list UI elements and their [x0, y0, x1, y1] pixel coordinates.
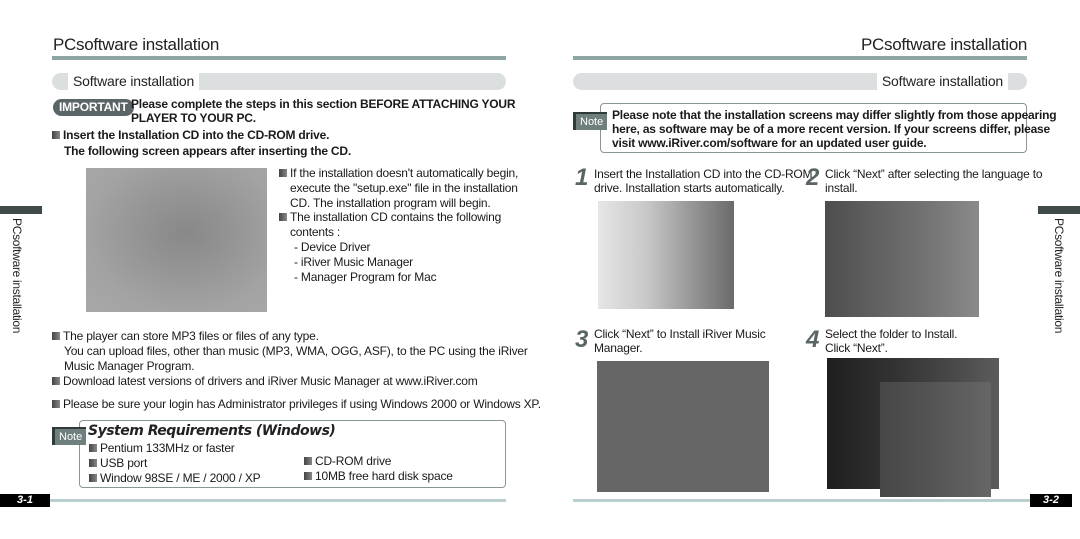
- step-text: Click “Next” after selecting the languag…: [825, 167, 1043, 181]
- sysreq-item: Window 98SE / ME / 2000 / XP: [89, 471, 261, 486]
- left-title-rule: [52, 56, 506, 60]
- admin-note: Please be sure your login has Administra…: [52, 397, 541, 412]
- sysreq-text: CD-ROM drive: [315, 454, 392, 468]
- step2-screenshot: [825, 201, 979, 317]
- insert-cd-instruction: Insert the Installation CD into the CD-R…: [52, 128, 329, 143]
- step-text: Click “Next”.: [825, 341, 888, 355]
- bullet-icon: [89, 459, 97, 467]
- step1-screenshot: [598, 201, 734, 309]
- left-section-title: Software installation: [68, 73, 200, 90]
- bullet-icon: [52, 131, 60, 139]
- bullet-icon: [52, 400, 60, 408]
- sysreq-item: CD-ROM drive: [304, 454, 391, 469]
- bullet-icon: [52, 332, 60, 340]
- sysreq-text: USB port: [100, 456, 148, 470]
- bullet-icon: [89, 474, 97, 482]
- note-line: Download latest versions of drivers and …: [63, 374, 478, 388]
- autorun-screenshot: [86, 168, 267, 312]
- note-line: CD. The installation program will begin.: [290, 196, 491, 210]
- sysreq-item: 10MB free hard disk space: [304, 469, 453, 484]
- note-line: If the installation doesn't automaticall…: [290, 166, 519, 180]
- left-page-title: PCsoftware installation: [53, 35, 220, 54]
- step-text: Insert the Installation CD into the CD-R…: [594, 167, 813, 181]
- note-line: here, as software may be of a more recen…: [612, 122, 1050, 136]
- following-screen-text: The following screen appears after inser…: [64, 144, 351, 158]
- note-line: Music Manager Program.: [64, 359, 195, 373]
- download-note: Download latest versions of drivers and …: [52, 374, 478, 389]
- step-text: Manager.: [594, 341, 643, 355]
- sysreq-text: 10MB free hard disk space: [315, 469, 453, 483]
- right-side-label: PCsoftware installation: [1052, 218, 1066, 334]
- note-line: Please note that the installation screen…: [612, 108, 1057, 122]
- right-title-rule: [573, 56, 1027, 60]
- step4-screenshot-dialog: [880, 382, 991, 497]
- cd-content-item: - Device Driver: [294, 240, 371, 254]
- step-number: 2: [806, 164, 820, 191]
- step3-screenshot: [597, 361, 769, 492]
- step-number: 1: [575, 164, 589, 191]
- note-line: Please be sure your login has Administra…: [63, 397, 541, 411]
- note-badge: Note: [573, 112, 608, 130]
- bullet-icon: [304, 472, 312, 480]
- right-page-title: PCsoftware installation: [860, 35, 1027, 54]
- bullet-icon: [279, 213, 287, 221]
- right-side-tab: [1038, 206, 1080, 214]
- autostart-note: If the installation doesn't automaticall…: [279, 166, 518, 181]
- cd-content-item: - Manager Program for Mac: [294, 270, 437, 284]
- step-text: install.: [825, 181, 858, 195]
- note-line: contents :: [290, 225, 341, 239]
- step-text: Click “Next” to Install iRiver Music: [594, 327, 766, 341]
- left-bottom-rule: [50, 499, 506, 502]
- important-text-2: PLAYER TO YOUR PC.: [131, 111, 256, 125]
- left-side-tab: [0, 206, 42, 214]
- cd-contents-note: The installation CD contains the followi…: [279, 210, 501, 225]
- note-line: execute the "setup.exe" file in the inst…: [290, 181, 518, 195]
- important-badge: IMPORTANT: [53, 99, 134, 116]
- step-text: Select the folder to Install.: [825, 327, 958, 341]
- right-bottom-rule: [573, 499, 1030, 502]
- step-number: 4: [806, 326, 820, 353]
- note-line: The installation CD contains the followi…: [290, 210, 502, 224]
- note-line: The player can store MP3 files or files …: [63, 329, 319, 343]
- sysreq-item: Pentium 133MHz or faster: [89, 441, 235, 456]
- bullet-icon: [279, 169, 287, 177]
- sysreq-text: Window 98SE / ME / 2000 / XP: [100, 471, 261, 485]
- bullet-icon: [52, 377, 60, 385]
- note-line: visit www.iRiver.com/software for an upd…: [612, 136, 927, 150]
- sysreq-item: USB port: [89, 456, 147, 471]
- important-text-1: Please complete the steps in this sectio…: [131, 97, 516, 111]
- cd-content-item: - iRiver Music Manager: [294, 255, 413, 269]
- note-line: You can upload files, other than music (…: [64, 344, 528, 358]
- sysreq-text: Pentium 133MHz or faster: [100, 441, 235, 455]
- step-text: drive. Installation starts automatically…: [594, 181, 785, 195]
- right-page-number: 3-2: [1030, 494, 1072, 507]
- left-side-label: PCsoftware installation: [10, 218, 24, 334]
- left-page-number: 3-1: [0, 494, 50, 507]
- sysreq-title: System Requirements (Windows): [88, 423, 336, 439]
- note-badge: Note: [52, 427, 87, 445]
- bullet-icon: [304, 457, 312, 465]
- player-storage-note: The player can store MP3 files or files …: [52, 329, 319, 344]
- step-number: 3: [575, 326, 589, 353]
- right-section-title: Software installation: [876, 73, 1008, 90]
- bullet-icon: [89, 444, 97, 452]
- insert-cd-text: Insert the Installation CD into the CD-R…: [63, 128, 330, 142]
